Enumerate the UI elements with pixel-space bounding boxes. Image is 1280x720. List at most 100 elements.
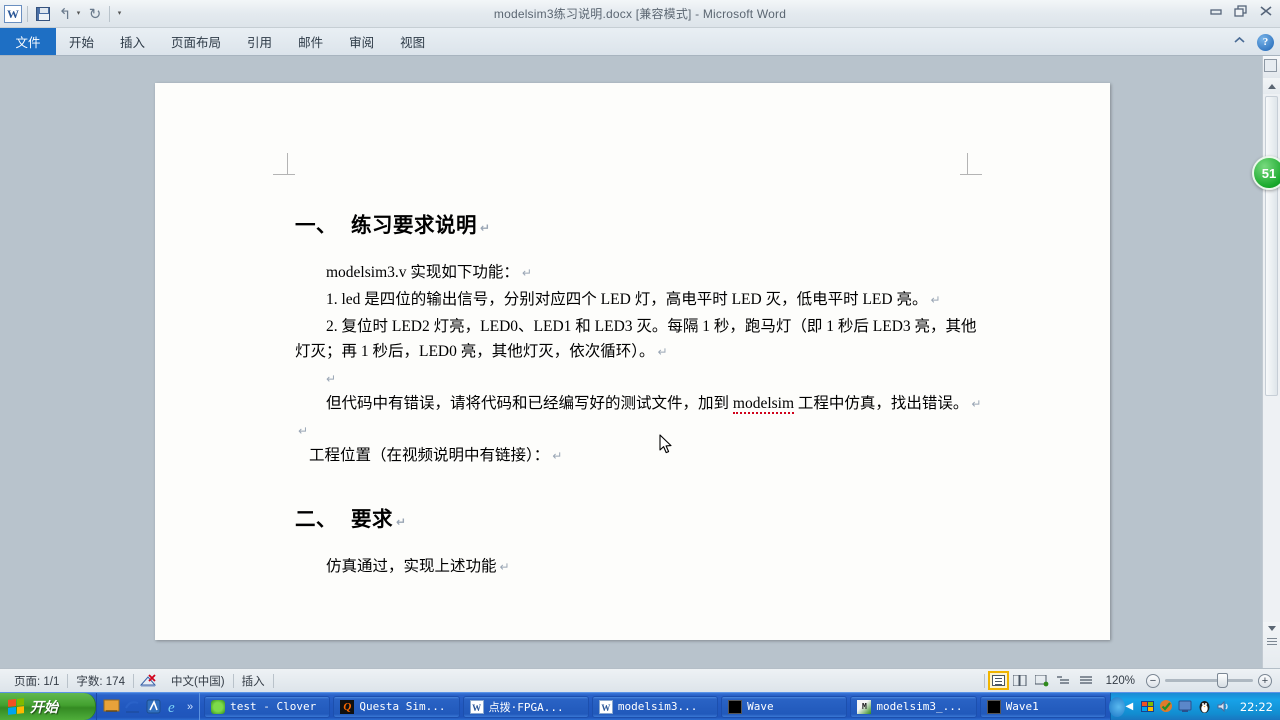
paragraph-error-note: 但代码中有错误，请将代码和已经编写好的测试文件，加到 modelsim 工程中仿… bbox=[295, 391, 985, 417]
restore-icon[interactable] bbox=[1233, 4, 1249, 18]
status-insert-mode[interactable]: 插入 bbox=[234, 673, 273, 689]
view-full-screen-reading-button[interactable] bbox=[1012, 673, 1029, 688]
document-work-area: 一、 练习要求说明 ↵ modelsim3.v 实现如下功能： ↵ 1. led 是四… bbox=[0, 56, 1280, 668]
view-print-layout-button[interactable] bbox=[987, 671, 1009, 690]
paragraph-mark: ↵ bbox=[552, 449, 563, 463]
modelsim-icon: M bbox=[857, 699, 872, 714]
close-icon[interactable] bbox=[1258, 4, 1274, 18]
tray-expand-chevron-icon[interactable]: ◀ bbox=[1123, 701, 1136, 712]
split-window-icon[interactable] bbox=[1264, 59, 1277, 72]
show-desktop-icon[interactable] bbox=[103, 698, 120, 715]
status-divider bbox=[983, 673, 985, 688]
chevron-up-icon[interactable] bbox=[1233, 36, 1246, 48]
internet-explorer-icon[interactable]: e bbox=[166, 698, 183, 716]
media-player-icon[interactable] bbox=[124, 698, 141, 715]
paragraph-project-location-text: 工程位置（在视频说明中有链接）： bbox=[309, 447, 550, 464]
system-clock[interactable]: 22:22 bbox=[1235, 700, 1273, 714]
document-body[interactable]: 一、 练习要求说明 ↵ modelsim3.v 实现如下功能： ↵ 1. led 是四… bbox=[295, 208, 985, 581]
tab-review[interactable]: 审阅 bbox=[336, 28, 387, 55]
proofing-errors-icon[interactable] bbox=[139, 673, 157, 688]
margin-mark-top-left bbox=[273, 153, 295, 175]
paragraph-item-2-text: 2. 复位时 LED2 灯亮，LED0、LED1 和 LED3 灭。每隔 1 秒… bbox=[295, 318, 977, 360]
zoom-in-button[interactable]: + bbox=[1258, 673, 1272, 688]
paragraph-error-note-part1: 但代码中有错误，请将代码和已经编写好的测试文件，加到 bbox=[326, 395, 733, 412]
office-icon[interactable] bbox=[145, 698, 162, 715]
tab-page-layout[interactable]: 页面布局 bbox=[158, 28, 234, 55]
help-button[interactable]: ? bbox=[1257, 33, 1274, 51]
vertical-scrollbar[interactable]: 51 bbox=[1252, 56, 1280, 668]
status-word-count[interactable]: 字数: 174 bbox=[68, 673, 133, 689]
empty-paragraph-2: ↵ bbox=[295, 418, 985, 443]
tab-mailings[interactable]: 邮件 bbox=[285, 28, 336, 55]
start-button-label: 开始 bbox=[30, 700, 58, 716]
taskbar-item-modelsim3-doc[interactable]: W modelsim3... bbox=[591, 695, 719, 718]
taskbar-item-label: 点拨·FPGA... bbox=[488, 700, 564, 714]
tab-file[interactable]: 文件 bbox=[0, 28, 56, 55]
taskbar-item-test-clover[interactable]: test - Clover bbox=[204, 695, 331, 718]
display-icon[interactable] bbox=[1178, 699, 1193, 714]
status-divider bbox=[272, 673, 274, 688]
paragraph-mark: ↵ bbox=[298, 424, 309, 438]
paragraph-requirement: 仿真通过，实现上述功能 ↵ bbox=[295, 554, 985, 580]
tab-home[interactable]: 开始 bbox=[56, 28, 107, 55]
taskbar-item-dianbo-fpga[interactable]: W 点拨·FPGA... bbox=[462, 695, 589, 718]
taskbar-item-label: modelsim3_... bbox=[876, 700, 963, 713]
paragraph-item-1-text: 1. led 是四位的输出信号，分别对应四个 LED 灯，高电平时 LED 灭，… bbox=[326, 291, 928, 308]
status-right-group: 120% − + bbox=[983, 671, 1272, 690]
taskbar-item-label: test - Clover bbox=[230, 700, 317, 713]
document-page[interactable]: 一、 练习要求说明 ↵ modelsim3.v 实现如下功能： ↵ 1. led 是四… bbox=[155, 83, 1110, 640]
antivirus-icon[interactable] bbox=[1159, 699, 1174, 714]
view-web-layout-button[interactable] bbox=[1034, 673, 1051, 688]
scroll-up-icon bbox=[1267, 83, 1276, 89]
view-draft-button[interactable] bbox=[1078, 673, 1095, 688]
network-icon[interactable] bbox=[1140, 699, 1155, 714]
status-language[interactable]: 中文(中国) bbox=[163, 673, 233, 689]
tab-references[interactable]: 引用 bbox=[234, 28, 285, 55]
taskbar-item-wave1[interactable]: Wave1 bbox=[979, 695, 1106, 718]
taskbar-item-label: Wave bbox=[747, 700, 774, 713]
paragraph-mark: ↵ bbox=[396, 515, 407, 529]
window-title: modelsim3练习说明.docx [兼容模式] - Microsoft Wo… bbox=[493, 7, 787, 21]
tab-insert[interactable]: 插入 bbox=[107, 28, 158, 55]
window-controls bbox=[1208, 4, 1274, 18]
zoom-slider-handle[interactable] bbox=[1217, 673, 1228, 688]
view-outline-button[interactable] bbox=[1056, 673, 1073, 688]
scroll-up-button[interactable] bbox=[1263, 78, 1280, 94]
taskbar-item-label: modelsim3... bbox=[617, 700, 698, 713]
tab-view[interactable]: 视图 bbox=[387, 28, 438, 55]
heading-section-2: 二、 要求 ↵ bbox=[295, 502, 985, 532]
status-page-number[interactable]: 页面: 1/1 bbox=[6, 673, 67, 689]
paragraph-intro: modelsim3.v 实现如下功能： ↵ bbox=[295, 260, 985, 286]
qq-penguin-icon[interactable] bbox=[1197, 699, 1212, 714]
select-browse-object-icon[interactable] bbox=[1266, 636, 1277, 647]
paragraph-mark: ↵ bbox=[480, 221, 491, 235]
quick-launch-bar: e » bbox=[96, 693, 201, 720]
minimize-icon[interactable] bbox=[1208, 4, 1224, 18]
taskbar-item-questa-sim[interactable]: Q Questa Sim... bbox=[333, 695, 460, 718]
start-button[interactable]: 开始 bbox=[0, 693, 96, 720]
taskbar-item-label: Wave1 bbox=[1005, 700, 1039, 713]
progress-badge: 51 bbox=[1252, 156, 1280, 190]
paragraph-project-location: 工程位置（在视频说明中有链接）： ↵ bbox=[295, 443, 985, 469]
scrollbar-thumb[interactable] bbox=[1265, 96, 1278, 396]
status-divider bbox=[132, 673, 134, 688]
clover-icon bbox=[211, 699, 226, 714]
volume-icon[interactable] bbox=[1216, 699, 1231, 714]
zoom-out-button[interactable]: − bbox=[1146, 673, 1160, 688]
taskbar-item-wave[interactable]: Wave bbox=[721, 695, 848, 718]
spelling-error-word[interactable]: modelsim bbox=[732, 395, 795, 414]
heading-2-text: 要求 bbox=[351, 509, 393, 531]
paragraph-requirement-text: 仿真通过，实现上述功能 bbox=[326, 558, 497, 575]
zoom-level-label[interactable]: 120% bbox=[1100, 675, 1141, 687]
paragraph-mark: ↵ bbox=[971, 397, 982, 411]
paragraph-intro-text: modelsim3.v 实现如下功能： bbox=[326, 264, 519, 281]
taskbar: 开始 e » test - Clover Q Questa Sim... W 点… bbox=[0, 692, 1280, 720]
scrollbar-bottom-area[interactable] bbox=[1263, 622, 1280, 668]
zoom-slider[interactable] bbox=[1165, 673, 1253, 688]
paragraph-mark: ↵ bbox=[499, 560, 510, 574]
more-chevron-icon[interactable]: » bbox=[187, 701, 193, 713]
scroll-down-icon[interactable] bbox=[1267, 626, 1276, 631]
taskbar-item-modelsim3-project[interactable]: M modelsim3_... bbox=[850, 695, 977, 718]
taskbar-window-list: test - Clover Q Questa Sim... W 点拨·FPGA.… bbox=[200, 693, 1110, 720]
paragraph-mark: ↵ bbox=[521, 266, 532, 280]
